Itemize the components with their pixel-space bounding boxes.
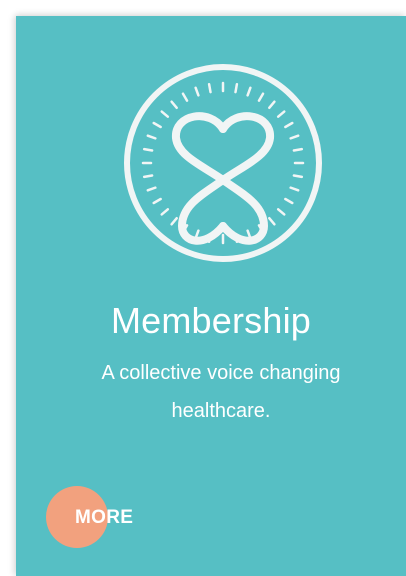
- emblem-tick: [152, 121, 162, 129]
- emblem-tick: [152, 197, 162, 205]
- emblem-tick: [246, 86, 252, 97]
- emblem-tick: [289, 186, 300, 192]
- emblem-tick: [257, 92, 265, 102]
- emblem-tick: [146, 134, 157, 140]
- more-button-label: MORE: [75, 507, 134, 528]
- emblem-tick: [234, 82, 239, 94]
- membership-emblem-icon: [124, 64, 322, 262]
- emblem-tick: [284, 197, 294, 205]
- emblem-tick: [276, 110, 286, 118]
- membership-card: Membership A collective voice changing h…: [16, 16, 406, 576]
- emblem-tick: [142, 174, 154, 179]
- emblem-tick: [292, 147, 304, 152]
- emblem-tick: [292, 174, 304, 179]
- more-button[interactable]: MORE: [46, 486, 196, 552]
- emblem-tick: [268, 216, 276, 226]
- emblem-tick: [276, 208, 286, 216]
- emblem-tick: [160, 208, 170, 216]
- emblem-tick: [170, 100, 178, 110]
- emblem-tick: [207, 82, 212, 94]
- emblem-tick: [181, 92, 189, 102]
- card-title: Membership: [110, 300, 312, 341]
- emblem-tick: [284, 121, 294, 129]
- emblem-tick: [268, 100, 276, 110]
- card-subtitle: A collective voice changing healthcare.: [101, 362, 341, 422]
- emblem-tick: [289, 134, 300, 140]
- emblem-tick: [142, 147, 154, 152]
- emblem-tick: [170, 216, 178, 226]
- emblem-tick: [194, 86, 200, 97]
- emblem-tick: [160, 110, 170, 118]
- emblem-tick: [146, 186, 157, 192]
